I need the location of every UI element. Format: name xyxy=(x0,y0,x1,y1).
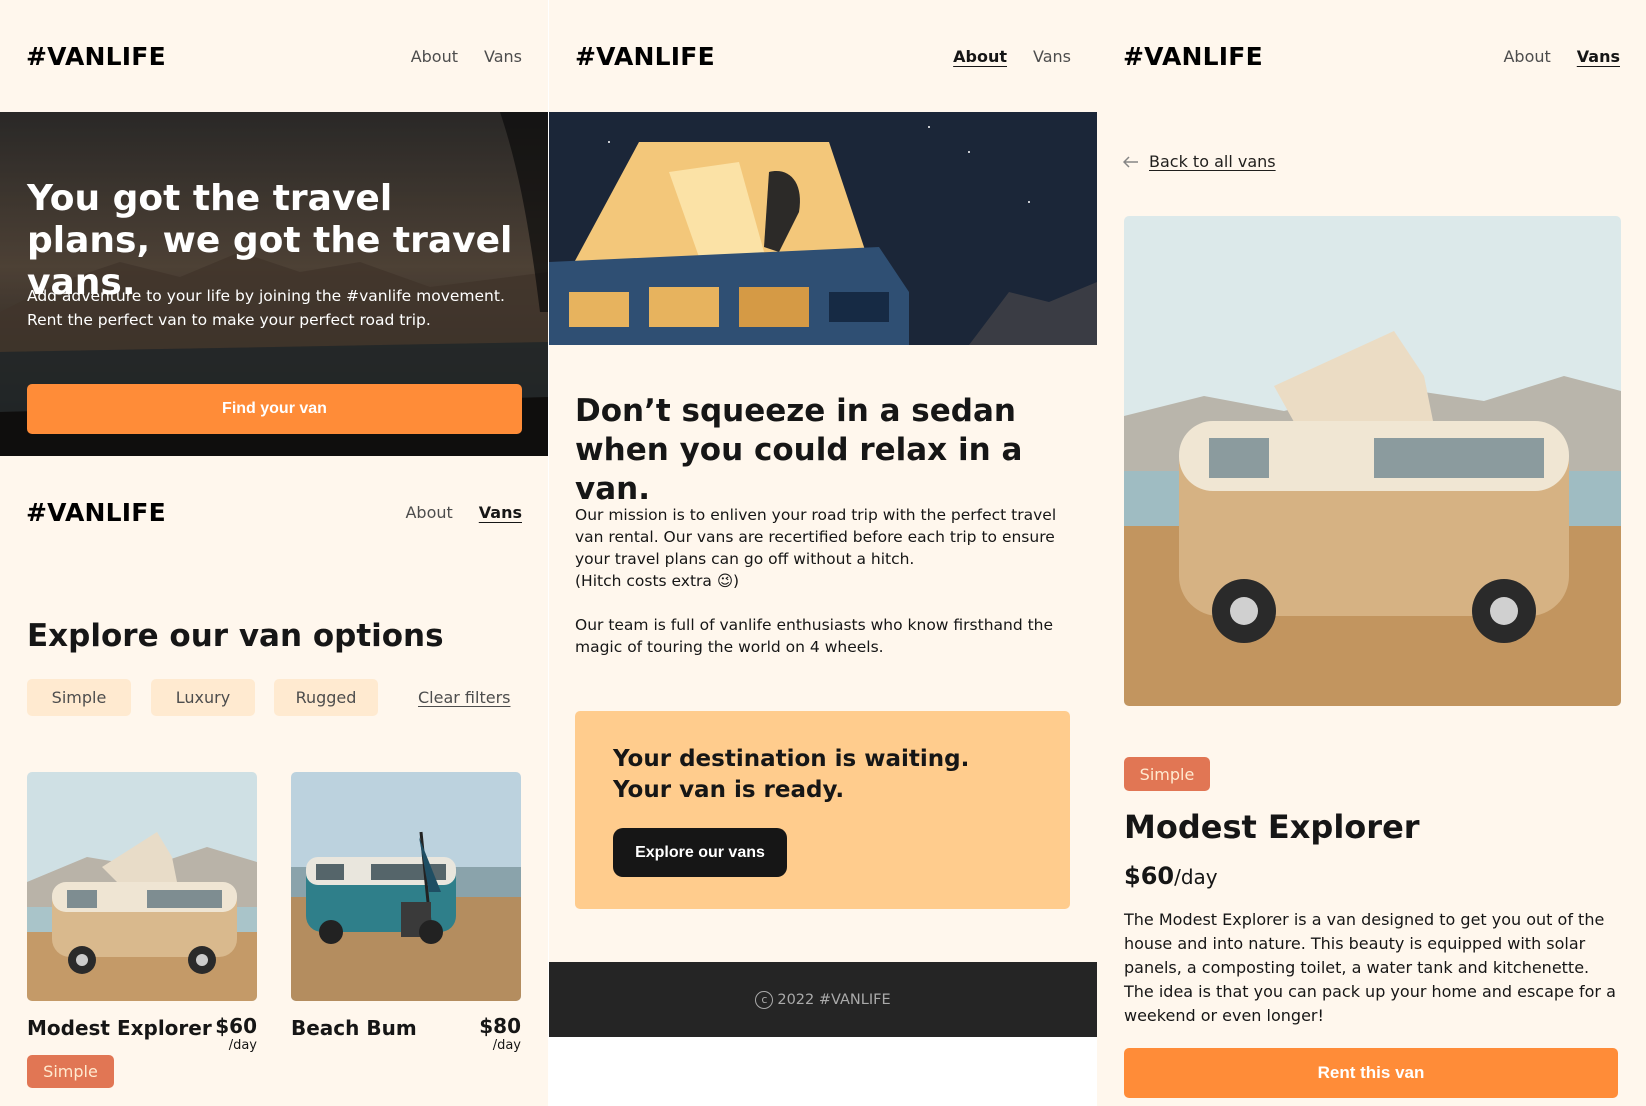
navbar-detail: #VANLIFE About Vans xyxy=(1097,0,1646,112)
logo[interactable]: #VANLIFE xyxy=(575,42,715,71)
van-price-unit: /day xyxy=(492,1038,521,1053)
nav-links: About Vans xyxy=(411,47,522,66)
van-type-badge: Simple xyxy=(1124,757,1210,791)
nav-about-link[interactable]: About xyxy=(411,47,458,66)
logo[interactable]: #VANLIFE xyxy=(26,42,166,71)
van-name: Modest Explorer xyxy=(27,1016,212,1040)
about-paragraph-1-text: Our mission is to enliven your road trip… xyxy=(575,506,1057,568)
about-paragraph-2: Our team is full of vanlife enthusiasts … xyxy=(575,616,1054,656)
logo[interactable]: #VANLIFE xyxy=(26,498,166,527)
price-amount: $60 xyxy=(1124,862,1175,890)
van-detail-panel: #VANLIFE About Vans Back to all vans Sim… xyxy=(1097,0,1646,1106)
home-hero: You got the travel plans, we got the tra… xyxy=(0,112,548,456)
page-bottom-blank xyxy=(549,1037,1097,1106)
van-detail-price: $60/day xyxy=(1124,862,1218,890)
nav-links: About Vans xyxy=(1503,47,1620,66)
van-image xyxy=(291,772,521,1001)
van-card-modest-explorer[interactable]: Modest Explorer $60 /day Simple xyxy=(27,772,257,1088)
nav-about-link[interactable]: About xyxy=(405,503,452,522)
footer: c 2022 #VANLIFE xyxy=(549,962,1097,1037)
explore-our-vans-button[interactable]: Explore our vans xyxy=(613,828,787,877)
price-unit: /day xyxy=(1174,865,1218,889)
van-price: $80 xyxy=(479,1014,521,1038)
about-panel: #VANLIFE About Vans Don’t squeeze in a s… xyxy=(549,0,1097,1106)
nav-links: About Vans xyxy=(405,503,522,522)
clear-filters-link[interactable]: Clear filters xyxy=(418,688,510,707)
van-card-beach-bum[interactable]: Beach Bum $80 /day xyxy=(291,772,521,1053)
nav-vans-link[interactable]: Vans xyxy=(1033,47,1071,66)
navbar-about: #VANLIFE About Vans xyxy=(549,0,1097,112)
home-and-vans-panel: #VANLIFE About Vans You got the travel p… xyxy=(0,0,548,1106)
about-cta-box: Your destination is waiting. Your van is… xyxy=(575,711,1070,909)
logo[interactable]: #VANLIFE xyxy=(1123,42,1263,71)
navbar-home: #VANLIFE About Vans xyxy=(0,0,548,112)
van-name: Beach Bum xyxy=(291,1016,417,1040)
cta-title-line-2: Your van is ready. xyxy=(613,777,845,803)
vans-page-title: Explore our van options xyxy=(27,618,444,654)
about-title: Don’t squeeze in a sedan when you could … xyxy=(575,393,1023,507)
van-price: $60 xyxy=(215,1014,257,1038)
nav-vans-link[interactable]: Vans xyxy=(484,47,522,66)
about-hero-image xyxy=(549,112,1097,345)
nav-vans-link[interactable]: Vans xyxy=(479,503,522,522)
rent-this-van-button[interactable]: Rent this van xyxy=(1124,1048,1618,1098)
van-description: The Modest Explorer is a van designed to… xyxy=(1124,910,1616,1025)
footer-text: 2022 #VANLIFE xyxy=(777,991,891,1008)
filter-luxury[interactable]: Luxury xyxy=(151,679,255,716)
about-paragraph-1: Our mission is to enliven your road trip… xyxy=(575,504,1065,592)
filter-simple[interactable]: Simple xyxy=(27,679,131,716)
about-paragraph-1-note: (Hitch costs extra 😉) xyxy=(575,572,740,590)
nav-vans-link[interactable]: Vans xyxy=(1577,47,1620,66)
van-detail-image xyxy=(1124,216,1621,706)
back-link-text: Back to all vans xyxy=(1149,152,1276,171)
copyright-icon: c xyxy=(755,990,774,1009)
cta-title-line-1: Your destination is waiting. xyxy=(613,746,970,772)
cta-title: Your destination is waiting. Your van is… xyxy=(613,744,1043,806)
navbar-vans: #VANLIFE About Vans xyxy=(0,456,548,568)
van-type-badge: Simple xyxy=(27,1055,114,1088)
van-image xyxy=(27,772,257,1001)
find-your-van-button[interactable]: Find your van xyxy=(27,384,522,434)
nav-about-link[interactable]: About xyxy=(1503,47,1550,66)
nav-about-link[interactable]: About xyxy=(953,47,1007,66)
filter-rugged[interactable]: Rugged xyxy=(274,679,378,716)
hero-subtitle: Add adventure to your life by joining th… xyxy=(27,287,505,329)
arrow-left-icon xyxy=(1123,155,1138,168)
van-price-unit: /day xyxy=(228,1038,257,1053)
van-detail-name: Modest Explorer xyxy=(1124,808,1420,846)
nav-links: About Vans xyxy=(953,47,1071,66)
back-to-vans-link[interactable]: Back to all vans xyxy=(1123,152,1276,171)
